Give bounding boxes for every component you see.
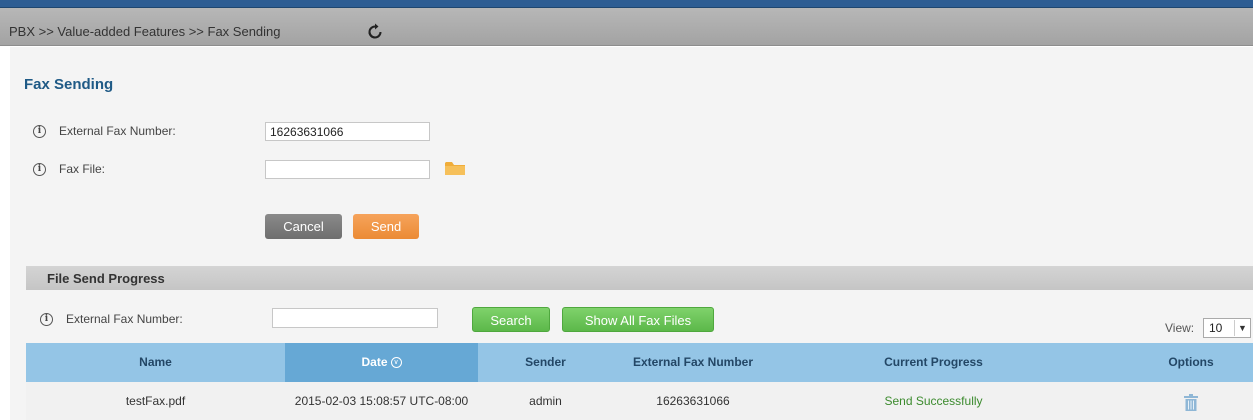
- view-select[interactable]: 10 ▼: [1203, 318, 1251, 338]
- column-header-external-fax-number-label: External Fax Number: [632, 355, 754, 369]
- column-header-current-progress[interactable]: Current Progress: [773, 343, 1094, 382]
- column-header-options-label: Options: [1168, 355, 1214, 369]
- column-header-name[interactable]: Name: [26, 343, 285, 382]
- file-send-progress-header: File Send Progress: [26, 266, 1253, 290]
- sort-chevron-icon: ∨: [390, 357, 402, 369]
- cell-external-fax-number: 16263631066: [656, 394, 730, 408]
- column-header-current-progress-label: Current Progress: [884, 355, 983, 369]
- search-button[interactable]: Search: [472, 307, 550, 332]
- view-label: View:: [1165, 321, 1195, 335]
- section-title: File Send Progress: [47, 271, 165, 286]
- send-button[interactable]: Send: [353, 214, 419, 239]
- page-title: Fax Sending: [24, 76, 114, 93]
- show-all-fax-files-button[interactable]: Show All Fax Files: [562, 307, 714, 332]
- fax-file-input[interactable]: [265, 160, 430, 179]
- info-icon: i: [33, 125, 46, 138]
- breadcrumb-bar: PBX >> Value-added Features >> Fax Sendi…: [0, 8, 1253, 46]
- external-fax-number-label: External Fax Number:: [59, 124, 176, 138]
- column-header-sender[interactable]: Sender: [478, 343, 613, 382]
- trash-icon[interactable]: [1184, 394, 1198, 411]
- filter-external-fax-input[interactable]: [272, 308, 438, 328]
- folder-icon[interactable]: [445, 161, 466, 176]
- column-header-sender-label: Sender: [525, 355, 566, 369]
- cancel-button[interactable]: Cancel: [265, 214, 342, 239]
- column-header-date[interactable]: Date ∨: [285, 343, 478, 382]
- info-icon: i: [40, 313, 53, 326]
- cell-current-progress: Send Successfully: [884, 394, 983, 408]
- breadcrumb: PBX >> Value-added Features >> Fax Sendi…: [9, 24, 281, 39]
- view-value: 10: [1209, 321, 1223, 335]
- cell-date: 2015-02-03 15:08:57 UTC-08:00: [294, 394, 469, 408]
- chevron-down-icon: ▼: [1234, 320, 1250, 336]
- cell-name: testFax.pdf: [125, 394, 186, 408]
- table-header: Name Date ∨ Sender External Fax Number Cu…: [26, 343, 1253, 382]
- refresh-icon[interactable]: [366, 23, 384, 41]
- column-header-date-label: Date: [361, 355, 388, 369]
- external-fax-number-input[interactable]: [265, 122, 430, 141]
- column-header-name-label: Name: [139, 355, 172, 369]
- info-icon: i: [33, 163, 46, 176]
- fax-file-label: Fax File:: [59, 162, 106, 176]
- filter-external-fax-label: External Fax Number:: [66, 312, 183, 326]
- cell-sender: admin: [529, 394, 562, 408]
- top-bar: [0, 0, 1253, 8]
- table-row: testFax.pdf 2015-02-03 15:08:57 UTC-08:0…: [26, 382, 1253, 420]
- column-header-external-fax-number[interactable]: External Fax Number: [613, 343, 773, 382]
- column-header-options: Options: [1126, 343, 1253, 382]
